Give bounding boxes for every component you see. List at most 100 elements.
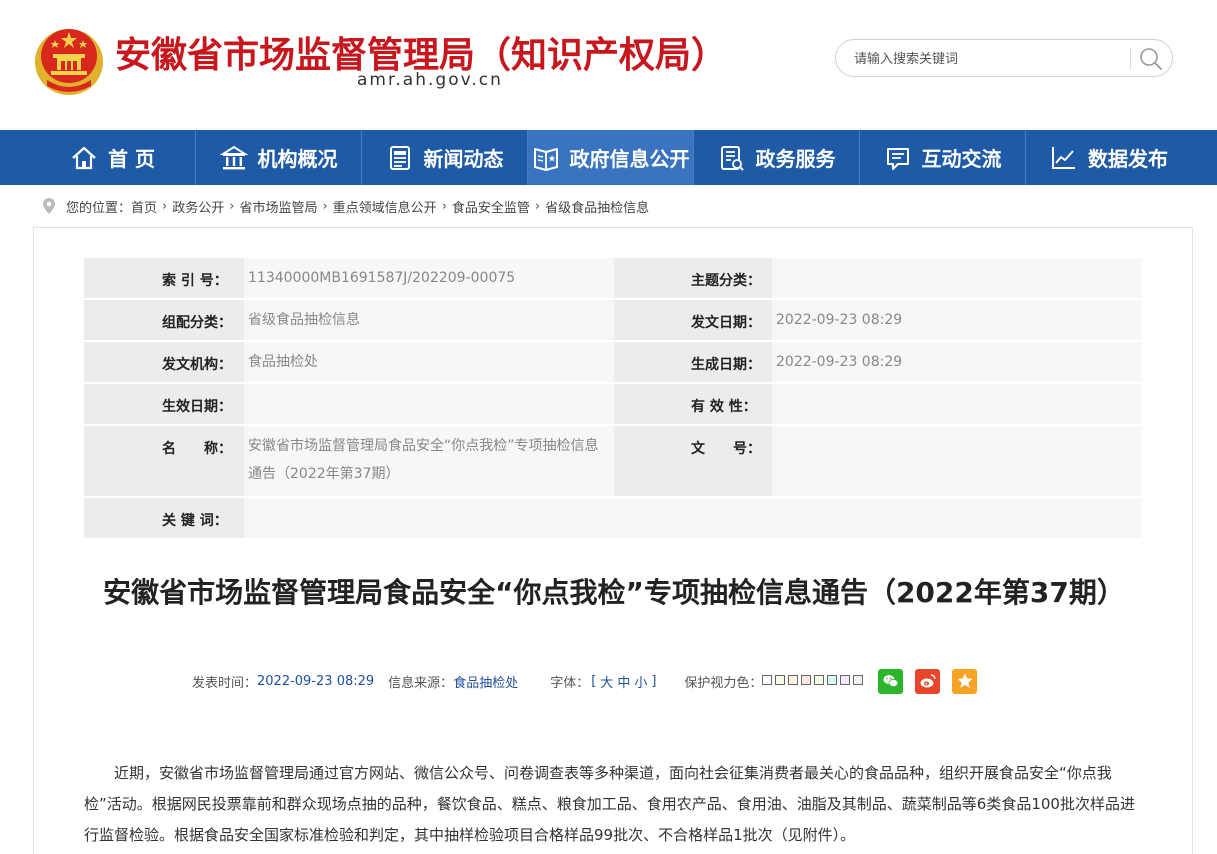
breadcrumb-item-inspection[interactable]: 省级食品抽检信息 [545,197,649,216]
site-domain: amr.ah.gov.cn [357,70,503,90]
nav-item-institution[interactable]: 机构概况 [196,130,362,185]
font-small-button[interactable]: 小 [634,672,647,691]
nav-item-data[interactable]: 数据发布 [1026,130,1192,185]
nav-label: 机构概况 [257,147,338,171]
breadcrumb-item-food-safety[interactable]: 食品安全监管 [452,197,530,216]
name-label: 名 称： [84,426,244,498]
breadcrumb-separator: › [229,198,235,214]
gen-date-value: 2022-09-23 08:29 [772,342,1142,384]
news-icon [389,145,410,170]
share-wechat-button[interactable] [878,668,904,694]
eye-color-swatch[interactable] [853,674,864,685]
doc-number-value [772,426,1142,498]
nav-label: 政务服务 [755,147,836,171]
keywords-label: 关 键 词： [84,498,244,540]
breadcrumb-separator: › [162,198,168,214]
star-icon [957,673,973,688]
share-weibo-button[interactable] [915,668,941,694]
location-pin-icon [43,198,55,214]
national-emblem-icon[interactable] [33,18,105,96]
source-value: 食品抽检处 [453,675,519,691]
effective-date-value [244,384,614,426]
meta-row: 名 称： 安徽省市场监督管理局食品安全“你点我检”专项抽检信息通告（2022年第… [84,426,1142,498]
article-body: 近期，安徽省市场监督管理局通过官方网站、微信公众号、问卷调查表等多种渠道，面向社… [84,764,1135,844]
article-info-bar: 发表时间： 2022-09-23 08:29 信息来源： 食品抽检处 字体： [… [192,668,978,694]
eye-color-swatch[interactable] [814,674,825,685]
eye-color-swatch[interactable] [840,674,851,685]
eye-protect-label: 保护视力色： [684,675,763,691]
nav-label: 互动交流 [921,147,1002,171]
nav-item-news[interactable]: 新闻动态 [362,130,528,185]
nav-item-gov-info[interactable]: 政府信息公开 [528,130,694,185]
validity-label: 有 效 性： [614,384,772,426]
eye-color-swatch[interactable] [827,674,838,685]
home-icon [72,146,96,169]
breadcrumb-item-home[interactable]: 首页 [131,197,157,216]
doc-number-label: 文 号： [614,426,772,498]
article-title: 安徽省市场监督管理局食品安全“你点我检”专项抽检信息通告（2022年第37期） [103,576,1125,609]
breadcrumb-item-gov-affairs[interactable]: 政务公开 [172,197,224,216]
issue-date-label: 发文日期： [614,300,772,342]
category-value: 省级食品抽检信息 [244,300,614,342]
content-panel: 索 引 号： 11340000MB1691587J/202209-00075 主… [33,227,1193,854]
meta-row: 关 键 词： [84,498,1142,540]
search-input[interactable] [854,48,1124,70]
nav-item-service[interactable]: 政务服务 [694,130,860,185]
search-divider [1130,48,1131,70]
breadcrumb-item-key-areas[interactable]: 重点领域信息公开 [333,197,437,216]
nav-label: 政府信息公开 [569,147,690,171]
issue-date-value: 2022-09-23 08:29 [772,300,1142,342]
index-label: 索 引 号： [84,258,244,300]
breadcrumb-separator: › [441,198,447,214]
weibo-icon [920,674,936,688]
category-label: 组配分类： [84,300,244,342]
eye-color-swatch[interactable] [775,674,786,685]
eye-color-swatch[interactable] [788,674,799,685]
site-header: 安徽省市场监督管理局（知识产权局） amr.ah.gov.cn [0,0,1217,130]
publish-label: 发表时间： [192,675,258,691]
gen-date-label: 生成日期： [614,342,772,384]
topic-value [772,258,1142,300]
breadcrumb-item-bureau[interactable]: 省市场监管局 [239,197,317,216]
nav-label: 新闻动态 [423,147,504,171]
main-nav: 首 页 机构概况 新闻动态 政府信息公开 政务服务 互动交流 数据发布 [0,130,1217,185]
font-bracket-open: [ [591,673,597,689]
wechat-icon [883,675,899,688]
institution-icon [219,145,248,169]
nav-label: 首 页 [108,147,155,171]
breadcrumb-prefix: 您的位置： [66,200,132,216]
favorite-button[interactable] [952,668,978,694]
effective-date-label: 生效日期： [84,384,244,426]
eye-color-swatch[interactable] [762,674,773,685]
meta-row: 索 引 号： 11340000MB1691587J/202209-00075 主… [84,258,1142,300]
font-medium-button[interactable]: 中 [617,672,630,691]
nav-item-home[interactable]: 首 页 [30,130,196,185]
gov-info-icon [533,147,558,171]
chat-icon [886,147,909,170]
meta-row: 组配分类： 省级食品抽检信息 发文日期： 2022-09-23 08:29 [84,300,1142,342]
name-value: 安徽省市场监督管理局食品安全“你点我检”专项抽检信息通告（2022年第37期） [244,426,614,498]
meta-row: 发文机构： 食品抽检处 生成日期： 2022-09-23 08:29 [84,342,1142,384]
eye-color-swatch[interactable] [801,674,812,685]
breadcrumb: 您的位置： 首页 › 政务公开 › 省市场监管局 › 重点领域信息公开 › 食品… [42,196,649,216]
issuer-value: 食品抽检处 [244,342,614,384]
nav-label: 数据发布 [1088,147,1168,171]
meta-row: 生效日期： 有 效 性： [84,384,1142,426]
validity-value [772,384,1142,426]
meta-table: 索 引 号： 11340000MB1691587J/202209-00075 主… [84,258,1142,540]
font-large-button[interactable]: 大 [600,672,613,691]
nav-item-interaction[interactable]: 互动交流 [860,130,1026,185]
breadcrumb-separator: › [322,198,328,214]
issuer-label: 发文机构： [84,342,244,384]
search-icon[interactable] [1138,46,1164,72]
eye-color-options [762,674,866,689]
topic-label: 主题分类： [614,258,772,300]
source-label: 信息来源： [388,675,454,691]
service-icon [720,145,744,171]
chart-icon [1052,146,1075,169]
breadcrumb-separator: › [534,198,541,214]
font-bracket-close: ] [651,673,657,689]
publish-time: 2022-09-23 08:29 [257,673,375,689]
search-box [835,39,1173,77]
keywords-value [244,498,1142,540]
